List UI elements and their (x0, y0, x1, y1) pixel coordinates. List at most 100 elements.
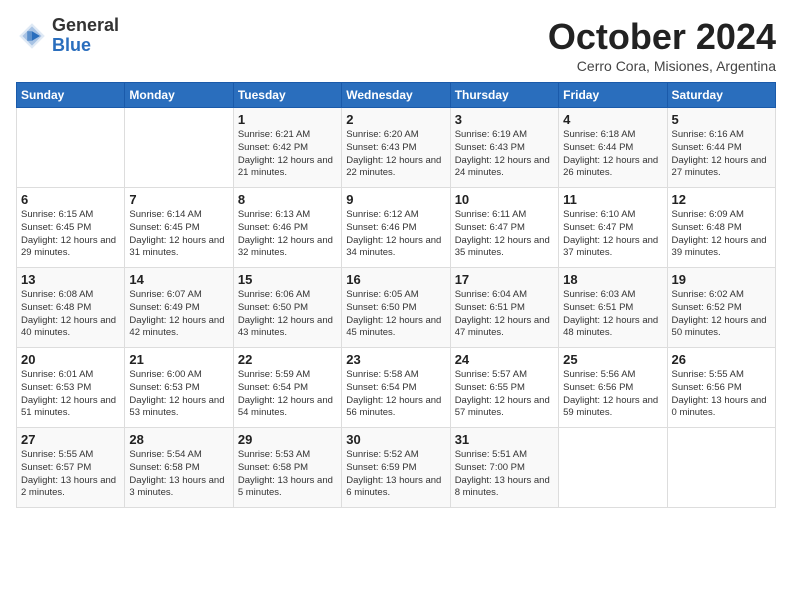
calendar-cell: 19 Sunrise: 6:02 AM Sunset: 6:52 PM Dayli… (667, 268, 775, 348)
day-info: Sunrise: 5:55 AM Sunset: 6:57 PM Dayligh… (21, 449, 120, 500)
day-info: Sunrise: 6:13 AM Sunset: 6:46 PM Dayligh… (238, 209, 337, 260)
day-number: 14 (129, 272, 228, 287)
location-subtitle: Cerro Cora, Misiones, Argentina (548, 58, 776, 74)
day-info: Sunrise: 5:53 AM Sunset: 6:58 PM Dayligh… (238, 449, 337, 500)
header-sunday: Sunday (17, 83, 125, 108)
day-number: 28 (129, 432, 228, 447)
day-number: 17 (455, 272, 554, 287)
header-saturday: Saturday (667, 83, 775, 108)
calendar-cell: 1Sunrise: 6:21 AM Sunset: 6:42 PM Daylig… (233, 108, 341, 188)
calendar-cell (667, 428, 775, 508)
calendar-body: 1Sunrise: 6:21 AM Sunset: 6:42 PM Daylig… (17, 108, 776, 508)
header-monday: Monday (125, 83, 233, 108)
day-info: Sunrise: 6:12 AM Sunset: 6:46 PM Dayligh… (346, 209, 445, 260)
day-info: Sunrise: 6:07 AM Sunset: 6:49 PM Dayligh… (129, 289, 228, 340)
title-block: October 2024 Cerro Cora, Misiones, Argen… (548, 16, 776, 74)
calendar-cell: 16Sunrise: 6:05 AM Sunset: 6:50 PM Dayli… (342, 268, 450, 348)
calendar-cell: 26 Sunrise: 5:55 AM Sunset: 6:56 PM Dayli… (667, 348, 775, 428)
calendar-cell: 28Sunrise: 5:54 AM Sunset: 6:58 PM Dayli… (125, 428, 233, 508)
calendar-cell: 15 Sunrise: 6:06 AM Sunset: 6:50 PM Dayli… (233, 268, 341, 348)
logo: General Blue (16, 16, 119, 56)
day-number: 13 (21, 272, 120, 287)
day-number: 29 (238, 432, 337, 447)
day-number: 2 (346, 112, 445, 127)
day-number: 11 (563, 192, 662, 207)
day-number: 10 (455, 192, 554, 207)
month-title: October 2024 (548, 16, 776, 58)
day-number: 26 (672, 352, 771, 367)
day-number: 9 (346, 192, 445, 207)
calendar-cell: 2 Sunrise: 6:20 AM Sunset: 6:43 PM Daylig… (342, 108, 450, 188)
calendar-cell: 3Sunrise: 6:19 AM Sunset: 6:43 PM Daylig… (450, 108, 558, 188)
header-row: SundayMondayTuesdayWednesdayThursdayFrid… (17, 83, 776, 108)
day-info: Sunrise: 6:11 AM Sunset: 6:47 PM Dayligh… (455, 209, 554, 260)
calendar-cell: 12 Sunrise: 6:09 AM Sunset: 6:48 PM Dayli… (667, 188, 775, 268)
week-row-2: 6 Sunrise: 6:15 AM Sunset: 6:45 PM Daylig… (17, 188, 776, 268)
day-info: Sunrise: 5:56 AM Sunset: 6:56 PM Dayligh… (563, 369, 662, 420)
header-tuesday: Tuesday (233, 83, 341, 108)
day-info: Sunrise: 6:04 AM Sunset: 6:51 PM Dayligh… (455, 289, 554, 340)
day-info: Sunrise: 6:02 AM Sunset: 6:52 PM Dayligh… (672, 289, 771, 340)
day-number: 8 (238, 192, 337, 207)
calendar-cell: 4 Sunrise: 6:18 AM Sunset: 6:44 PM Daylig… (559, 108, 667, 188)
day-number: 22 (238, 352, 337, 367)
calendar-cell: 20 Sunrise: 6:01 AM Sunset: 6:53 PM Dayli… (17, 348, 125, 428)
calendar-cell: 9 Sunrise: 6:12 AM Sunset: 6:46 PM Daylig… (342, 188, 450, 268)
day-info: Sunrise: 6:14 AM Sunset: 6:45 PM Dayligh… (129, 209, 228, 260)
calendar-cell: 10 Sunrise: 6:11 AM Sunset: 6:47 PM Dayli… (450, 188, 558, 268)
calendar-cell (559, 428, 667, 508)
calendar-cell: 27 Sunrise: 5:55 AM Sunset: 6:57 PM Dayli… (17, 428, 125, 508)
calendar-cell: 21 Sunrise: 6:00 AM Sunset: 6:53 PM Dayli… (125, 348, 233, 428)
calendar-cell: 22Sunrise: 5:59 AM Sunset: 6:54 PM Dayli… (233, 348, 341, 428)
day-info: Sunrise: 6:18 AM Sunset: 6:44 PM Dayligh… (563, 129, 662, 180)
calendar-cell: 5Sunrise: 6:16 AM Sunset: 6:44 PM Daylig… (667, 108, 775, 188)
day-info: Sunrise: 6:06 AM Sunset: 6:50 PM Dayligh… (238, 289, 337, 340)
day-info: Sunrise: 6:20 AM Sunset: 6:43 PM Dayligh… (346, 129, 445, 180)
calendar-cell: 23 Sunrise: 5:58 AM Sunset: 6:54 PM Dayli… (342, 348, 450, 428)
calendar-cell: 25 Sunrise: 5:56 AM Sunset: 6:56 PM Dayli… (559, 348, 667, 428)
day-info: Sunrise: 6:21 AM Sunset: 6:42 PM Dayligh… (238, 129, 337, 180)
calendar-cell: 6 Sunrise: 6:15 AM Sunset: 6:45 PM Daylig… (17, 188, 125, 268)
header-friday: Friday (559, 83, 667, 108)
day-number: 18 (563, 272, 662, 287)
day-number: 19 (672, 272, 771, 287)
calendar-header: SundayMondayTuesdayWednesdayThursdayFrid… (17, 83, 776, 108)
day-info: Sunrise: 5:52 AM Sunset: 6:59 PM Dayligh… (346, 449, 445, 500)
calendar-table: SundayMondayTuesdayWednesdayThursdayFrid… (16, 82, 776, 508)
day-number: 23 (346, 352, 445, 367)
calendar-cell: 24Sunrise: 5:57 AM Sunset: 6:55 PM Dayli… (450, 348, 558, 428)
day-info: Sunrise: 6:09 AM Sunset: 6:48 PM Dayligh… (672, 209, 771, 260)
day-info: Sunrise: 6:16 AM Sunset: 6:44 PM Dayligh… (672, 129, 771, 180)
calendar-cell: 13 Sunrise: 6:08 AM Sunset: 6:48 PM Dayli… (17, 268, 125, 348)
calendar-cell: 14 Sunrise: 6:07 AM Sunset: 6:49 PM Dayli… (125, 268, 233, 348)
day-info: Sunrise: 5:58 AM Sunset: 6:54 PM Dayligh… (346, 369, 445, 420)
day-info: Sunrise: 5:55 AM Sunset: 6:56 PM Dayligh… (672, 369, 771, 420)
day-info: Sunrise: 6:01 AM Sunset: 6:53 PM Dayligh… (21, 369, 120, 420)
day-info: Sunrise: 6:10 AM Sunset: 6:47 PM Dayligh… (563, 209, 662, 260)
day-number: 27 (21, 432, 120, 447)
logo-general: General (52, 16, 119, 36)
logo-icon (16, 20, 48, 52)
calendar-cell: 30Sunrise: 5:52 AM Sunset: 6:59 PM Dayli… (342, 428, 450, 508)
day-number: 15 (238, 272, 337, 287)
day-info: Sunrise: 6:00 AM Sunset: 6:53 PM Dayligh… (129, 369, 228, 420)
logo-text: General Blue (52, 16, 119, 56)
week-row-5: 27 Sunrise: 5:55 AM Sunset: 6:57 PM Dayli… (17, 428, 776, 508)
day-number: 4 (563, 112, 662, 127)
day-info: Sunrise: 5:51 AM Sunset: 7:00 PM Dayligh… (455, 449, 554, 500)
day-info: Sunrise: 6:15 AM Sunset: 6:45 PM Dayligh… (21, 209, 120, 260)
calendar-cell: 7Sunrise: 6:14 AM Sunset: 6:45 PM Daylig… (125, 188, 233, 268)
calendar-cell: 11 Sunrise: 6:10 AM Sunset: 6:47 PM Dayli… (559, 188, 667, 268)
week-row-1: 1Sunrise: 6:21 AM Sunset: 6:42 PM Daylig… (17, 108, 776, 188)
day-number: 25 (563, 352, 662, 367)
calendar-cell: 18Sunrise: 6:03 AM Sunset: 6:51 PM Dayli… (559, 268, 667, 348)
day-info: Sunrise: 6:05 AM Sunset: 6:50 PM Dayligh… (346, 289, 445, 340)
day-number: 12 (672, 192, 771, 207)
day-number: 20 (21, 352, 120, 367)
calendar-cell: 8 Sunrise: 6:13 AM Sunset: 6:46 PM Daylig… (233, 188, 341, 268)
day-number: 6 (21, 192, 120, 207)
logo-blue: Blue (52, 36, 119, 56)
page-header: General Blue October 2024 Cerro Cora, Mi… (16, 16, 776, 74)
day-info: Sunrise: 6:08 AM Sunset: 6:48 PM Dayligh… (21, 289, 120, 340)
day-number: 21 (129, 352, 228, 367)
